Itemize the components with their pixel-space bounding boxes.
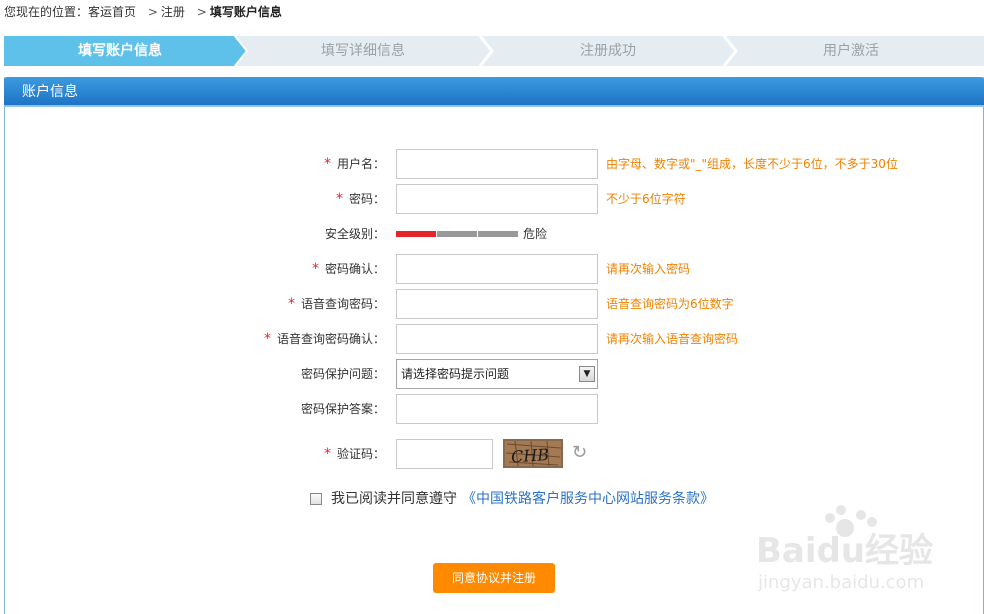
strength-segment	[396, 231, 436, 237]
password-answer-input[interactable]	[396, 394, 598, 424]
agree-terms-checkbox[interactable]	[310, 493, 322, 505]
security-level-text: 危险	[523, 227, 548, 241]
password-confirm-label: * 密码确认：	[312, 254, 385, 284]
captcha-image[interactable]: CHB	[503, 439, 563, 468]
step-progress-bar: 填写账户信息 填写详细信息 注册成功 用户激活	[4, 36, 984, 66]
voice-password-hint: 语音查询密码为6位数字	[606, 297, 734, 311]
password-question-select[interactable]: 请选择密码提示问题 ▼	[396, 359, 598, 389]
password-confirm-label-text: 密码确认：	[324, 262, 385, 276]
password-question-row: 密码保护问题： 请选择密码提示问题 ▼	[5, 359, 984, 389]
breadcrumb-current: 填写账户信息	[209, 5, 282, 19]
voice-password-label-text: 语音查询密码：	[300, 297, 385, 311]
username-hint: 由字母、数字或"_"组成，长度不少于6位，不多于30位	[606, 157, 898, 171]
username-input[interactable]	[396, 149, 598, 179]
breadcrumb: 您现在的位置：客运首页 > 注册 > 填写账户信息	[4, 3, 282, 21]
username-label-text: 用户名：	[336, 157, 385, 171]
breadcrumb-prefix: 您现在的位置：	[4, 5, 89, 19]
security-level-row: 安全级别： 危险	[5, 219, 984, 249]
step-divider-2	[478, 36, 494, 66]
voice-password-confirm-label: * 语音查询密码确认：	[264, 324, 385, 354]
watermark-brand: Baidu经验	[756, 531, 933, 571]
refresh-icon[interactable]: ↻	[572, 443, 590, 463]
captcha-text: CHB	[510, 445, 549, 467]
step-register-success: 注册成功	[580, 43, 636, 59]
captcha-input[interactable]	[396, 439, 493, 469]
breadcrumb-register-link[interactable]: 注册	[161, 5, 185, 19]
panel-title: 账户信息	[4, 77, 984, 107]
password-confirm-row: * 密码确认： 请再次输入密码	[5, 254, 984, 284]
watermark-paw-pad	[856, 510, 866, 520]
voice-password-row: * 语音查询密码： 语音查询密码为6位数字	[5, 289, 984, 319]
password-answer-label: 密码保护答案：	[300, 402, 385, 416]
watermark-paw-pad	[836, 505, 846, 515]
voice-password-confirm-input[interactable]	[396, 324, 598, 354]
password-strength-meter	[396, 231, 518, 237]
chevron-down-icon[interactable]: ▼	[579, 366, 595, 382]
password-question-selected: 请选择密码提示问题	[401, 367, 510, 381]
watermark-url: jingyan.baidu.com	[757, 572, 924, 593]
step-fill-account-info: 填写账户信息	[78, 43, 162, 59]
breadcrumb-separator: >	[196, 5, 207, 19]
voice-password-label: * 语音查询密码：	[288, 289, 385, 319]
breadcrumb-separator: >	[147, 5, 158, 19]
agree-and-register-button[interactable]: 同意协议并注册	[433, 563, 555, 593]
required-mark: *	[323, 156, 331, 172]
strength-segment	[478, 231, 518, 237]
step-fill-details: 填写详细信息	[321, 43, 405, 59]
password-confirm-input[interactable]	[396, 254, 598, 284]
captcha-label-text: 验证码：	[336, 447, 385, 461]
password-question-label: 密码保护问题：	[300, 367, 385, 381]
password-input[interactable]	[396, 184, 598, 214]
required-mark: *	[335, 191, 343, 207]
password-hint: 不少于6位字符	[606, 192, 686, 206]
password-answer-row: 密码保护答案：	[5, 394, 984, 424]
password-confirm-hint: 请再次输入密码	[606, 262, 691, 276]
required-mark: *	[263, 331, 271, 347]
password-label-text: 密码：	[348, 192, 385, 206]
voice-password-confirm-row: * 语音查询密码确认： 请再次输入语音查询密码	[5, 324, 984, 354]
strength-segment	[437, 231, 477, 237]
required-mark: *	[311, 261, 319, 277]
agree-terms-text: 我已阅读并同意遵守	[331, 491, 457, 507]
voice-password-confirm-label-text: 语音查询密码确认：	[276, 332, 385, 346]
step-divider-3	[722, 36, 738, 66]
username-row: * 用户名： 由字母、数字或"_"组成，长度不少于6位，不多于30位	[5, 149, 984, 179]
voice-password-confirm-hint: 请再次输入语音查询密码	[606, 332, 739, 346]
terms-link[interactable]: 《中国铁路客户服务中心网站服务条款》	[462, 488, 714, 510]
watermark-paw-pad	[825, 513, 835, 523]
password-row: * 密码： 不少于6位字符	[5, 184, 984, 214]
voice-password-input[interactable]	[396, 289, 598, 319]
watermark-paw-pad	[867, 517, 877, 527]
captcha-label: * 验证码：	[324, 439, 385, 469]
required-mark: *	[287, 296, 295, 312]
step-user-activation: 用户激活	[823, 43, 879, 59]
baidu-jingyan-watermark: Baidu经验 jingyan.baidu.com	[756, 505, 933, 593]
security-level-label: 安全级别：	[324, 227, 385, 241]
username-label: * 用户名：	[324, 149, 385, 179]
required-mark: *	[323, 446, 331, 462]
password-label: * 密码：	[336, 184, 385, 214]
captcha-row: * 验证码： CHB ↻	[5, 439, 984, 469]
breadcrumb-home-link[interactable]: 客运首页	[88, 5, 136, 19]
